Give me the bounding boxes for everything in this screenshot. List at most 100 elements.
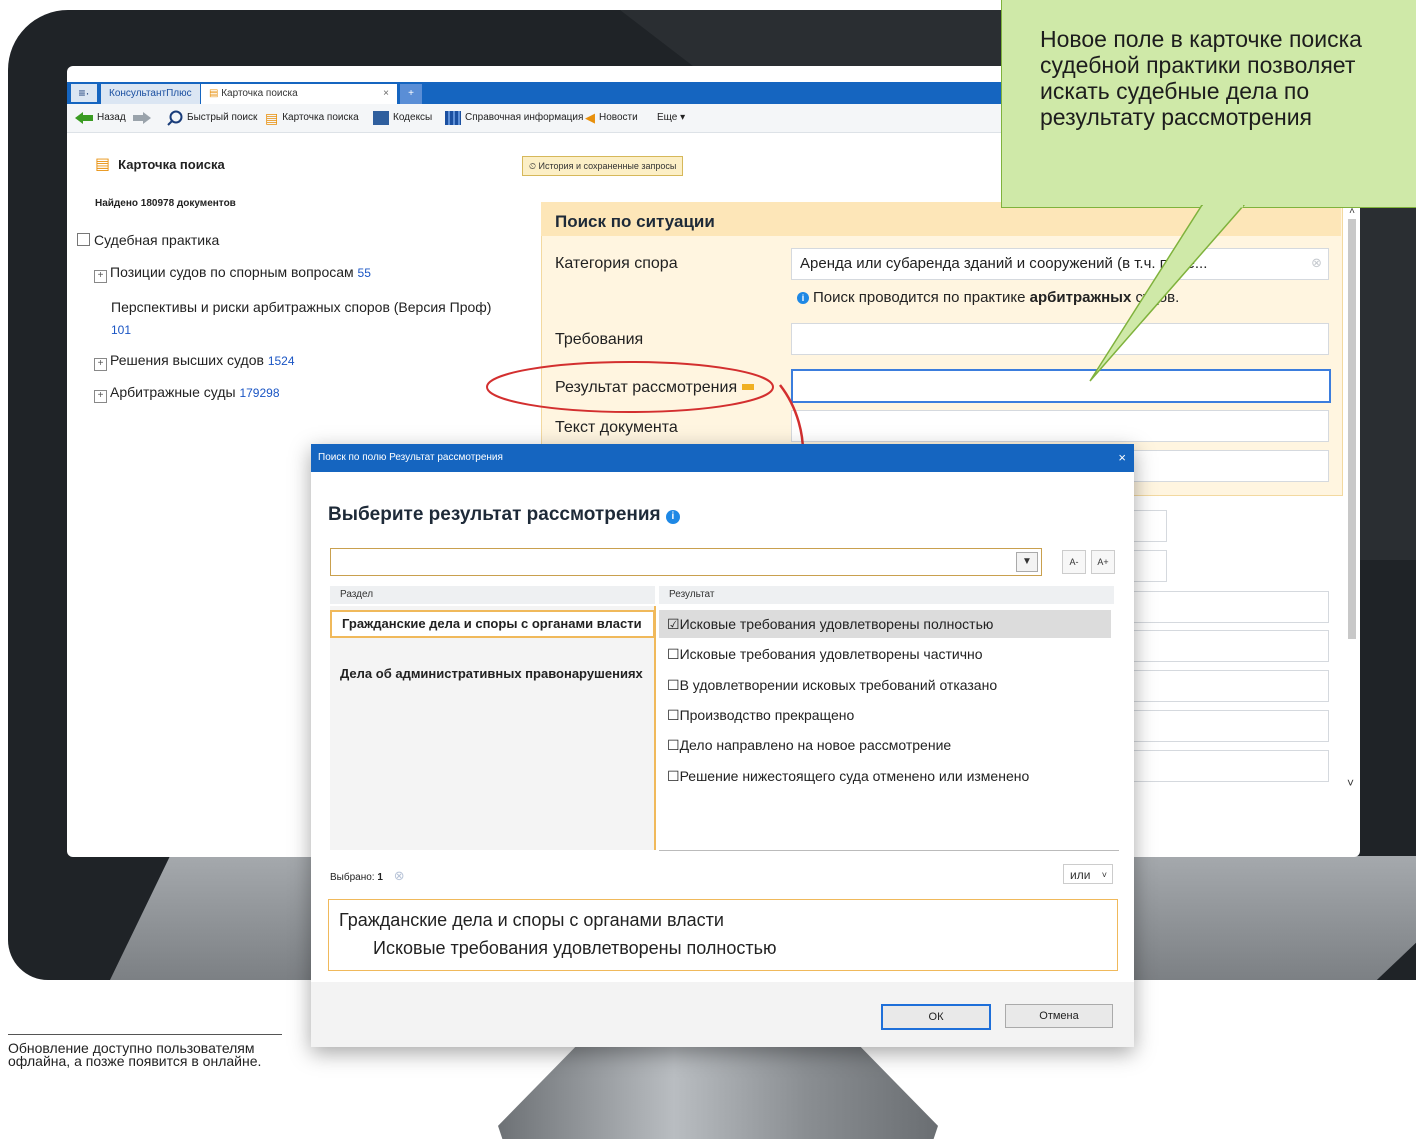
clear-selection-icon[interactable]: ⊗ bbox=[394, 868, 405, 883]
section-column-header: Раздел bbox=[330, 586, 655, 604]
left-panel-title: ▤ Карточка поиска bbox=[95, 154, 225, 174]
result-item[interactable]: ☑Исковые требования удовлетворены полнос… bbox=[659, 610, 1111, 638]
cancel-button[interactable]: Отмена bbox=[1005, 1004, 1113, 1028]
dialog-title: Поиск по полю Результат рассмотрения bbox=[318, 452, 503, 463]
result-item[interactable]: ☐Производство прекращено bbox=[659, 701, 1111, 729]
tab-brand[interactable]: КонсультантПлюс bbox=[101, 84, 200, 104]
tree-item[interactable]: + Решения высших судов 1524 bbox=[94, 352, 295, 371]
tree-item-count[interactable]: 179298 bbox=[239, 386, 279, 400]
result-item-label: В удовлетворении исковых требований отка… bbox=[679, 677, 998, 693]
back-button[interactable]: Назад bbox=[75, 110, 126, 126]
clock-icon: ⏲ bbox=[529, 161, 537, 171]
font-decrease-button[interactable]: A- bbox=[1062, 550, 1086, 574]
category-label: Категория спора bbox=[555, 255, 678, 272]
summary-result: Исковые требования удовлетворены полност… bbox=[373, 938, 777, 958]
dialog-heading: Выберите результат рассмотрения i bbox=[328, 504, 684, 526]
document-text-field[interactable] bbox=[791, 410, 1329, 442]
checkbox[interactable]: ☐ bbox=[667, 677, 680, 693]
search-card-button[interactable]: ▤ Карточка поиска bbox=[265, 110, 359, 126]
selected-count: Выбрано: 1 ⊗ bbox=[330, 868, 405, 884]
footnote: Обновление доступно пользователям офлайн… bbox=[8, 1040, 262, 1069]
search-card-icon: ▤ bbox=[95, 156, 111, 173]
checkbox[interactable]: ☐ bbox=[667, 707, 680, 723]
section-item[interactable]: Дела об административных правонарушениях bbox=[330, 662, 655, 686]
search-card-icon: ▤ bbox=[209, 88, 219, 99]
reference-label: Справочная информация bbox=[465, 112, 584, 123]
tree-root-label: Судебная практика bbox=[94, 232, 220, 248]
checkbox[interactable] bbox=[77, 233, 90, 246]
background-field[interactable] bbox=[1117, 630, 1329, 662]
tab-close-icon[interactable]: × bbox=[383, 84, 389, 104]
more-button[interactable]: Еще ▾ bbox=[657, 110, 685, 126]
back-label: Назад bbox=[97, 112, 126, 123]
forward-arrow-icon bbox=[133, 112, 151, 124]
result-dialog: Поиск по полю Результат рассмотрения × В… bbox=[311, 444, 1134, 1047]
search-card-icon: ▤ bbox=[265, 110, 279, 126]
expand-icon[interactable]: + bbox=[94, 390, 107, 403]
logic-select[interactable]: или ˅ bbox=[1063, 864, 1113, 884]
ok-button[interactable]: ОК bbox=[881, 1004, 991, 1030]
history-button[interactable]: ⏲ История и сохраненные запросы bbox=[522, 156, 684, 176]
result-search-combo[interactable]: ▼ bbox=[330, 548, 1042, 576]
chevron-down-icon[interactable]: ▼ bbox=[1016, 552, 1038, 572]
section-item[interactable]: Гражданские дела и споры с органами влас… bbox=[330, 610, 655, 638]
expand-icon[interactable]: + bbox=[94, 358, 107, 371]
background-field[interactable] bbox=[1117, 591, 1329, 623]
chevron-down-icon: ˅ bbox=[1101, 870, 1107, 880]
forward-button[interactable] bbox=[133, 110, 151, 126]
callout-text: Новое поле в карточке поиска судебной пр… bbox=[1040, 26, 1362, 130]
codes-button[interactable]: Кодексы bbox=[373, 110, 432, 126]
found-count: Найдено 180978 документов bbox=[95, 198, 236, 209]
scrollbar[interactable]: ˄ ˅ bbox=[1347, 206, 1357, 806]
new-tab-button[interactable]: + bbox=[400, 84, 422, 104]
situation-title: Поиск по ситуации bbox=[555, 212, 715, 231]
history-button-label: История и сохраненные запросы bbox=[538, 161, 677, 171]
dialog-heading-text: Выберите результат рассмотрения bbox=[328, 504, 661, 525]
menu-icon[interactable]: ≡· bbox=[71, 84, 97, 102]
codes-icon bbox=[373, 111, 389, 125]
news-button[interactable]: ◀ Новости bbox=[585, 110, 638, 126]
monitor-stand bbox=[498, 1045, 938, 1139]
tree-item-label: Перспективы и риски арбитражных споров (… bbox=[111, 299, 492, 315]
info-icon: i bbox=[797, 292, 809, 304]
tab-search-card[interactable]: ▤ Карточка поиска × bbox=[201, 84, 397, 104]
search-icon bbox=[167, 110, 183, 126]
quick-search-label: Быстрый поиск bbox=[187, 112, 258, 123]
result-item[interactable]: ☐Исковые требования удовлетворены частич… bbox=[659, 640, 1111, 668]
result-item[interactable]: ☐Дело направлено на новое рассмотрение bbox=[659, 731, 1111, 759]
info-icon[interactable]: i bbox=[665, 510, 680, 524]
scroll-down-icon[interactable]: ˅ bbox=[1347, 776, 1354, 790]
checkbox[interactable]: ☑ bbox=[667, 616, 680, 632]
result-item-label: Исковые требования удовлетворены частичн… bbox=[679, 646, 983, 662]
checkbox[interactable]: ☐ bbox=[667, 737, 680, 753]
background-field[interactable] bbox=[1117, 750, 1329, 782]
close-icon[interactable]: × bbox=[1118, 450, 1126, 465]
selected-label: Выбрано: bbox=[330, 872, 378, 883]
tree-item-count[interactable]: 55 bbox=[358, 266, 371, 280]
checkbox[interactable]: ☐ bbox=[667, 768, 680, 784]
tree-root[interactable]: Судебная практика bbox=[77, 232, 219, 248]
quick-search-button[interactable]: Быстрый поиск bbox=[167, 110, 257, 126]
font-increase-button[interactable]: A+ bbox=[1091, 550, 1115, 574]
tree-item[interactable]: Перспективы и риски арбитражных споров (… bbox=[111, 296, 511, 341]
codes-label: Кодексы bbox=[393, 112, 433, 123]
result-item[interactable]: ☐В удовлетворении исковых требований отк… bbox=[659, 671, 1111, 699]
reference-button[interactable]: Справочная информация bbox=[445, 110, 583, 126]
selected-count-value: 1 bbox=[377, 872, 383, 883]
checkbox[interactable]: ☐ bbox=[667, 646, 680, 662]
clear-icon[interactable]: ⊗ bbox=[1311, 255, 1322, 271]
selection-summary: Гражданские дела и споры с органами влас… bbox=[328, 899, 1118, 971]
tree-item[interactable]: + Позиции судов по спорным вопросам 55 bbox=[94, 264, 371, 283]
tree-item-count[interactable]: 1524 bbox=[268, 354, 295, 368]
result-item[interactable]: ☐Решение нижестоящего суда отменено или … bbox=[659, 762, 1111, 790]
background-field[interactable] bbox=[1117, 670, 1329, 702]
books-icon bbox=[445, 111, 461, 125]
background-field[interactable] bbox=[1117, 710, 1329, 742]
divider bbox=[659, 850, 1119, 851]
tree-item-count[interactable]: 101 bbox=[111, 323, 131, 337]
result-item-label: Решение нижестоящего суда отменено или и… bbox=[679, 768, 1030, 784]
tree-item[interactable]: + Арбитражные суды 179298 bbox=[94, 384, 280, 403]
expand-icon[interactable]: + bbox=[94, 270, 107, 283]
scroll-thumb[interactable] bbox=[1348, 219, 1356, 639]
back-arrow-icon bbox=[75, 112, 93, 124]
